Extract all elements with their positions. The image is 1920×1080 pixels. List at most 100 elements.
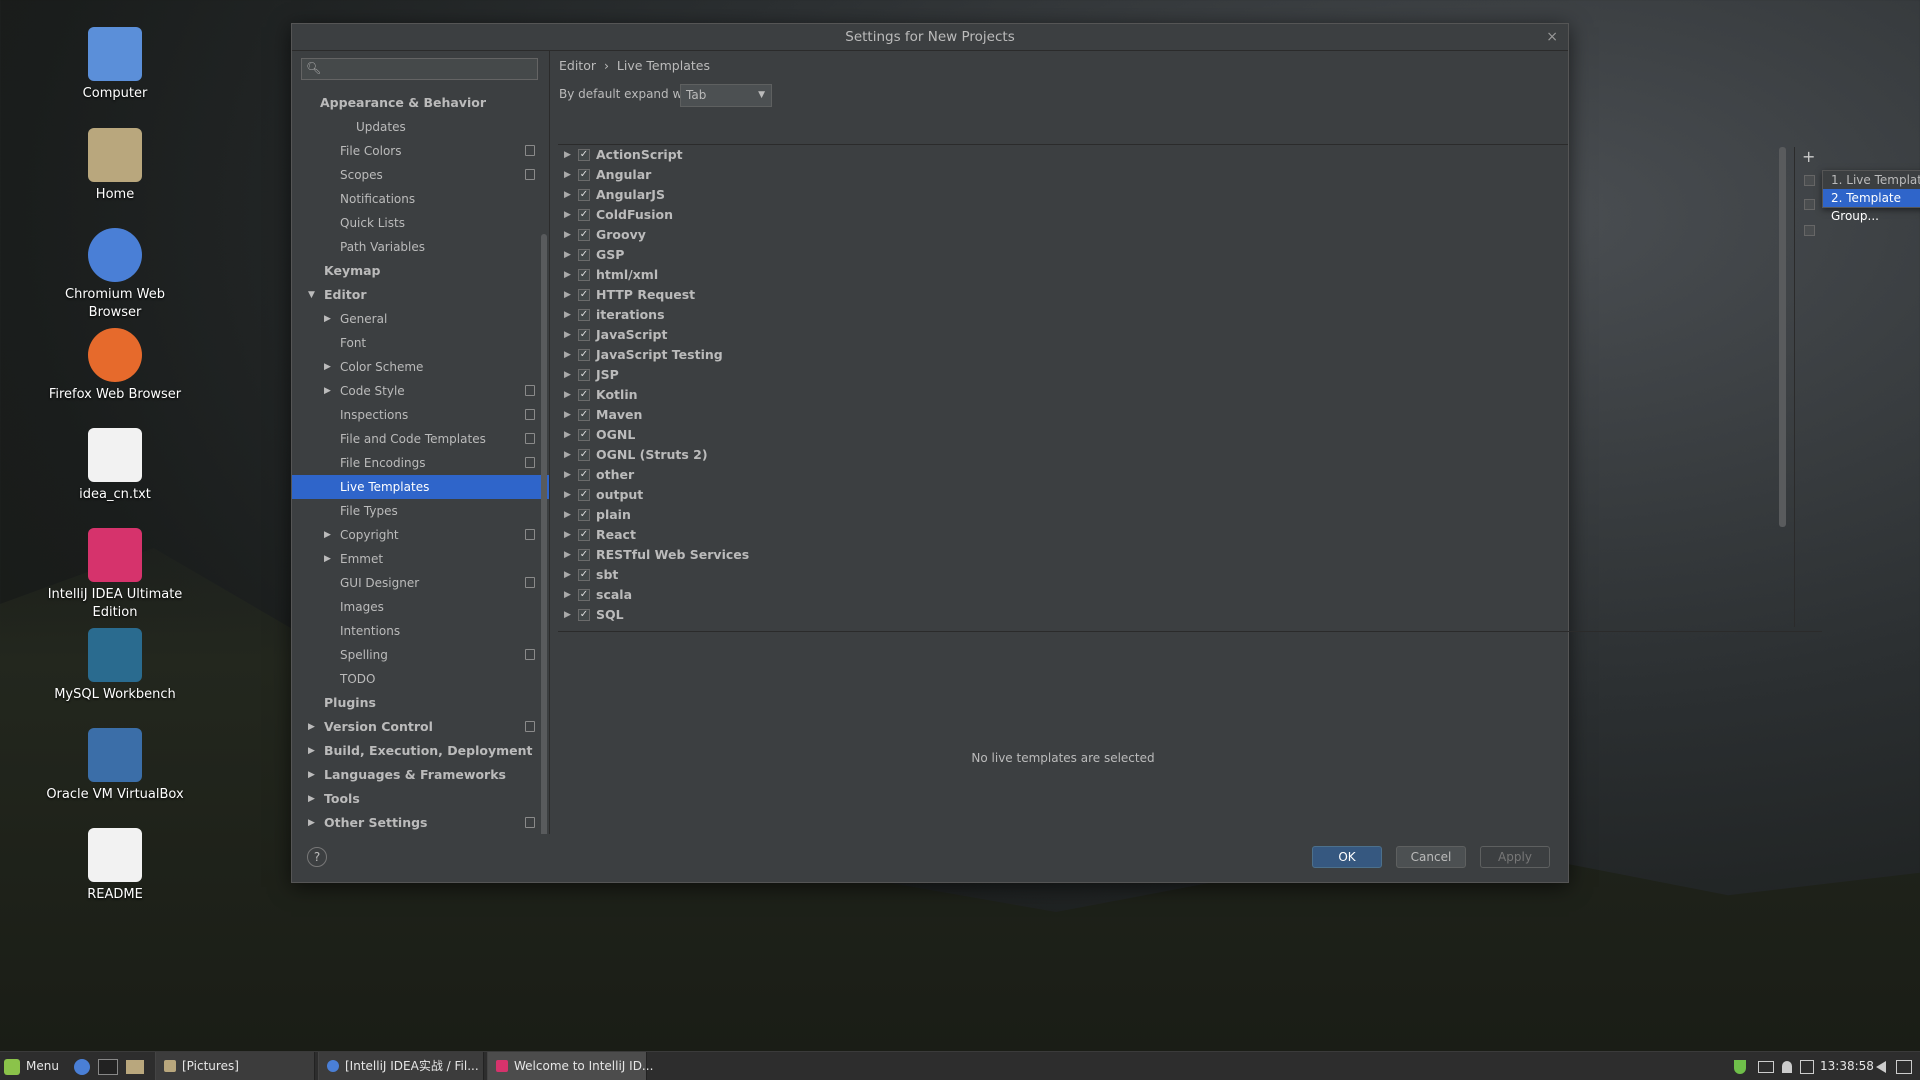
template-group-checkbox[interactable]: ✓: [578, 289, 590, 301]
chevron-right-icon[interactable]: ▶: [564, 385, 571, 405]
tree-item-tools[interactable]: ▶ Tools: [292, 787, 549, 811]
template-group-checkbox[interactable]: ✓: [578, 509, 590, 521]
chevron-right-icon[interactable]: ▶: [564, 525, 571, 545]
chevron-right-icon[interactable]: ▶: [564, 545, 571, 565]
template-group-row[interactable]: ▶ ✓ plain: [558, 505, 1568, 525]
tree-item-scopes[interactable]: Scopes: [292, 163, 549, 187]
dialog-titlebar[interactable]: Settings for New Projects ×: [292, 24, 1568, 51]
template-group-checkbox[interactable]: ✓: [578, 529, 590, 541]
chevron-right-icon[interactable]: ▶: [308, 811, 315, 835]
template-group-row[interactable]: ▶ ✓ Kotlin: [558, 385, 1568, 405]
template-group-checkbox[interactable]: ✓: [578, 349, 590, 361]
volume-icon[interactable]: [1876, 1052, 1886, 1080]
chevron-right-icon[interactable]: ▶: [324, 547, 331, 571]
tree-item-inspections[interactable]: Inspections: [292, 403, 549, 427]
template-group-row[interactable]: ▶ ✓ React: [558, 525, 1568, 545]
template-group-checkbox[interactable]: ✓: [578, 309, 590, 321]
taskbar-window-intellij[interactable]: Welcome to IntelliJ ID...: [487, 1052, 653, 1080]
tree-item-file-and-code-templates[interactable]: File and Code Templates: [292, 427, 549, 451]
template-group-checkbox[interactable]: ✓: [578, 549, 590, 561]
template-group-row[interactable]: ▶ ✓ RESTful Web Services: [558, 545, 1568, 565]
ok-button[interactable]: OK: [1312, 846, 1382, 868]
chevron-right-icon[interactable]: ▶: [564, 505, 571, 525]
add-icon[interactable]: +: [1802, 147, 1815, 166]
template-group-checkbox[interactable]: ✓: [578, 269, 590, 281]
template-group-row[interactable]: ▶ ✓ Angular: [558, 165, 1568, 185]
shield-icon[interactable]: [1734, 1052, 1746, 1080]
chevron-right-icon[interactable]: ▶: [564, 225, 571, 245]
desktop-icon[interactable]: Firefox Web Browser: [38, 328, 192, 404]
remove-icon[interactable]: [1804, 175, 1815, 186]
chevron-right-icon[interactable]: ▶: [564, 445, 571, 465]
taskbar-window-pictures[interactable]: [Pictures]: [155, 1052, 315, 1080]
template-group-row[interactable]: ▶ ✓ output: [558, 485, 1568, 505]
taskbar-window-browser[interactable]: [IntelliJ IDEA实战 / Fil...: [318, 1052, 484, 1080]
template-group-row[interactable]: ▶ ✓ JavaScript: [558, 325, 1568, 345]
tree-item-file-colors[interactable]: File Colors: [292, 139, 549, 163]
tree-item-editor[interactable]: ▼ Editor: [292, 283, 549, 307]
desktop-icon[interactable]: README: [38, 828, 192, 904]
chevron-down-icon[interactable]: ▼: [308, 283, 315, 307]
template-group-row[interactable]: ▶ ✓ OGNL: [558, 425, 1568, 445]
template-group-checkbox[interactable]: ✓: [578, 329, 590, 341]
tree-item-live-templates[interactable]: Live Templates: [292, 475, 549, 499]
tree-item-intentions[interactable]: Intentions: [292, 619, 549, 643]
tree-item-appearance-behavior[interactable]: Appearance & Behavior: [292, 91, 549, 115]
tree-item-notifications[interactable]: Notifications: [292, 187, 549, 211]
chevron-right-icon[interactable]: ▶: [564, 485, 571, 505]
chevron-right-icon[interactable]: ▶: [324, 379, 331, 403]
template-group-row[interactable]: ▶ ✓ JSP: [558, 365, 1568, 385]
desktop-icon[interactable]: idea_cn.txt: [38, 428, 192, 504]
template-group-checkbox[interactable]: ✓: [578, 589, 590, 601]
chevron-right-icon[interactable]: ▶: [564, 345, 571, 365]
calendar-icon[interactable]: [1896, 1052, 1912, 1080]
chevron-right-icon[interactable]: ▶: [308, 739, 315, 763]
menu-button[interactable]: Menu: [4, 1052, 59, 1080]
chevron-right-icon[interactable]: ▶: [564, 285, 571, 305]
keyboard-icon[interactable]: [1758, 1052, 1774, 1080]
chevron-right-icon[interactable]: ▶: [308, 763, 315, 787]
desktop-icon[interactable]: Oracle VM VirtualBox: [38, 728, 192, 804]
popup-menu-item[interactable]: 2. Template Group...: [1823, 189, 1920, 223]
chevron-right-icon[interactable]: ▶: [564, 265, 571, 285]
template-group-row[interactable]: ▶ ✓ AngularJS: [558, 185, 1568, 205]
tree-item-quick-lists[interactable]: Quick Lists: [292, 211, 549, 235]
template-group-row[interactable]: ▶ ✓ scala: [558, 585, 1568, 605]
tree-item-file-encodings[interactable]: File Encodings: [292, 451, 549, 475]
copy-icon[interactable]: [1804, 199, 1815, 210]
template-group-checkbox[interactable]: ✓: [578, 149, 590, 161]
tree-item-path-variables[interactable]: Path Variables: [292, 235, 549, 259]
user-icon[interactable]: [1782, 1052, 1792, 1080]
template-group-checkbox[interactable]: ✓: [578, 429, 590, 441]
tree-item-copyright[interactable]: ▶ Copyright: [292, 523, 549, 547]
tree-item-languages-frameworks[interactable]: ▶ Languages & Frameworks: [292, 763, 549, 787]
chevron-right-icon[interactable]: ▶: [564, 145, 571, 165]
desktop-icon[interactable]: MySQL Workbench: [38, 628, 192, 704]
chevron-right-icon[interactable]: ▶: [308, 787, 315, 811]
clock[interactable]: 13:38:58: [1820, 1052, 1874, 1080]
chevron-right-icon[interactable]: ▶: [564, 165, 571, 185]
settings-search-input[interactable]: 🔍︎: [301, 58, 538, 80]
expand-with-select[interactable]: Tab ▼: [680, 84, 772, 107]
network-icon[interactable]: [1800, 1052, 1814, 1080]
template-group-row[interactable]: ▶ ✓ ColdFusion: [558, 205, 1568, 225]
chevron-right-icon[interactable]: ▶: [564, 585, 571, 605]
tree-item-images[interactable]: Images: [292, 595, 549, 619]
desktop-icon[interactable]: Home: [38, 128, 192, 204]
template-group-checkbox[interactable]: ✓: [578, 569, 590, 581]
template-group-row[interactable]: ▶ ✓ html/xml: [558, 265, 1568, 285]
tree-item-gui-designer[interactable]: GUI Designer: [292, 571, 549, 595]
restore-icon[interactable]: [1804, 225, 1815, 236]
template-group-row[interactable]: ▶ ✓ HTTP Request: [558, 285, 1568, 305]
template-group-checkbox[interactable]: ✓: [578, 609, 590, 621]
terminal-launcher[interactable]: [98, 1052, 118, 1080]
desktop-icon[interactable]: Chromium Web Browser: [38, 228, 192, 322]
tree-item-version-control[interactable]: ▶ Version Control: [292, 715, 549, 739]
template-group-row[interactable]: ▶ ✓ SQL: [558, 605, 1568, 625]
template-group-checkbox[interactable]: ✓: [578, 489, 590, 501]
tree-item-keymap[interactable]: Keymap: [292, 259, 549, 283]
chevron-right-icon[interactable]: ▶: [308, 715, 315, 739]
template-group-checkbox[interactable]: ✓: [578, 229, 590, 241]
desktop-icon[interactable]: IntelliJ IDEA Ultimate Edition: [38, 528, 192, 622]
tree-item-file-types[interactable]: File Types: [292, 499, 549, 523]
